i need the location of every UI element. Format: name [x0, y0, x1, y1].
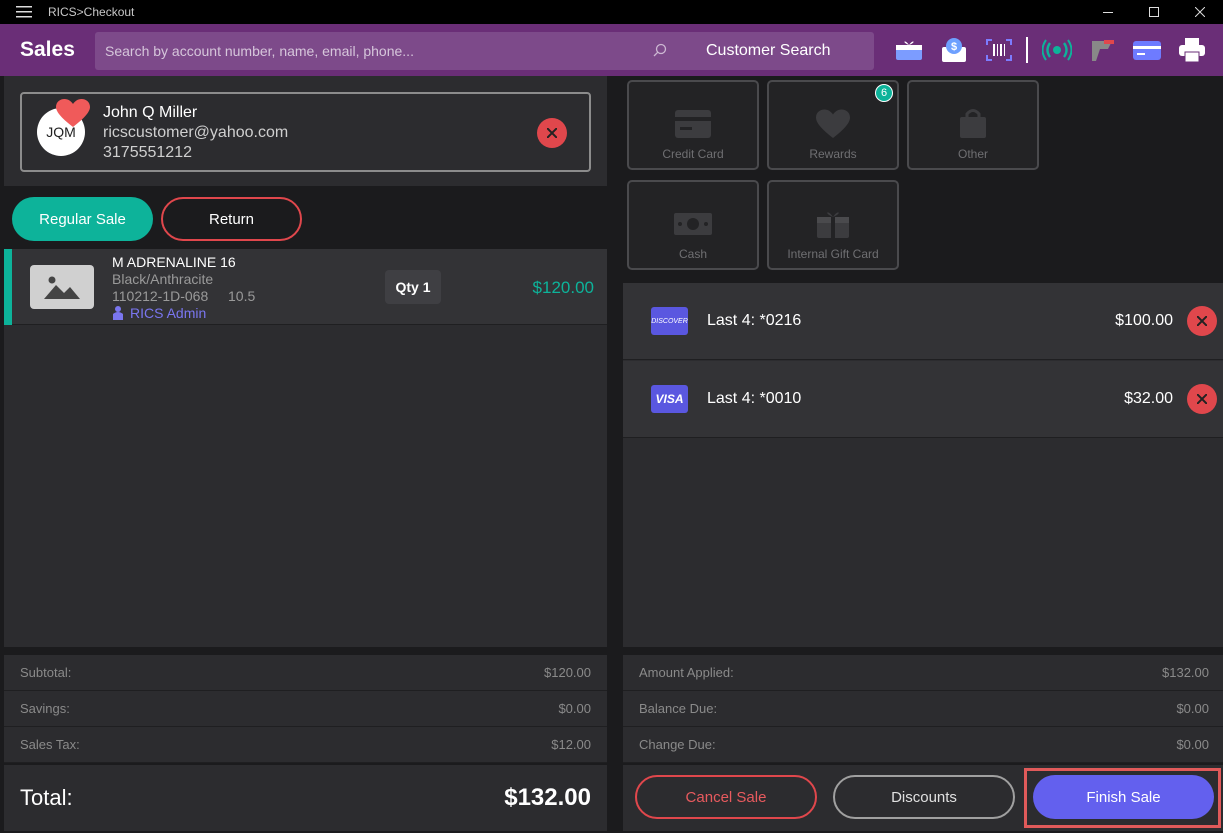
cancel-sale-button[interactable]: Cancel Sale — [635, 775, 817, 819]
payment-row[interactable]: VISA Last 4: *0010 $32.00 — [623, 361, 1223, 438]
total-value: $132.00 — [504, 784, 591, 811]
quantity-button[interactable]: Qty 1 — [385, 270, 441, 304]
tender-label: Internal Gift Card — [787, 247, 879, 261]
tender-credit-card[interactable]: Credit Card — [627, 80, 759, 170]
tender-label: Other — [957, 147, 988, 161]
toolbar-icons: $ — [893, 36, 1221, 64]
search-icon[interactable] — [652, 43, 668, 64]
title-bar: RICS>Checkout — [0, 0, 1223, 24]
close-icon — [547, 128, 557, 138]
balance-due-value: $0.00 — [1176, 701, 1209, 716]
total-label: Total: — [20, 785, 73, 810]
heart-icon — [816, 109, 850, 138]
credit-card-icon — [675, 110, 711, 138]
savings-row: Savings: $0.00 — [4, 691, 607, 727]
regular-sale-button[interactable]: Regular Sale — [12, 197, 153, 241]
hamburger-menu-icon[interactable] — [0, 6, 48, 18]
sales-tax-row: Sales Tax: $12.00 — [4, 727, 607, 763]
payment-summary: Amount Applied: $132.00 Balance Due: $0.00… — [623, 655, 1223, 763]
cart-items-list: M ADRENALINE 16 Black/Anthracite 110212-… — [4, 249, 607, 647]
tender-label: Cash — [678, 247, 707, 261]
item-size: 10.5 — [228, 288, 256, 304]
payment-row[interactable]: DISCOVER Last 4: *0216 $100.00 — [623, 283, 1223, 360]
highlight-outline — [1024, 768, 1221, 828]
page-title: Sales — [20, 38, 75, 61]
payment-last4: Last 4: *0216 — [707, 312, 802, 329]
item-sku: 110212-1D-068 — [112, 288, 209, 304]
payment-last4: Last 4: *0010 — [707, 390, 802, 407]
tender-rewards[interactable]: 6 Rewards — [767, 80, 899, 170]
sale-totals: Subtotal: $120.00 Savings: $0.00 Sales Tax… — [4, 655, 607, 763]
tender-other[interactable]: Other — [907, 80, 1039, 170]
customer-panel: JQM John Q Miller ricscustomer@yahoo.com… — [4, 76, 607, 186]
salesperson-name: RICS Admin — [130, 305, 207, 321]
image-placeholder-icon — [30, 265, 94, 309]
selected-indicator — [4, 249, 12, 325]
customer-card[interactable]: JQM John Q Miller ricscustomer@yahoo.com… — [20, 92, 591, 172]
balance-due-row: Balance Due: $0.00 — [623, 691, 1223, 727]
customer-search-button[interactable]: Customer Search — [706, 42, 831, 60]
savings-label: Savings: — [20, 701, 70, 716]
discounts-button[interactable]: Discounts — [833, 775, 1015, 819]
printer-icon[interactable] — [1176, 36, 1208, 64]
subtotal-row: Subtotal: $120.00 — [4, 655, 607, 691]
card-reader-icon[interactable] — [1086, 36, 1118, 64]
shopping-bag-icon — [960, 109, 986, 138]
item-price: $120.00 — [532, 278, 594, 297]
rewards-count-badge: 6 — [875, 84, 893, 102]
cash-icon — [674, 213, 712, 235]
close-icon — [1197, 394, 1207, 404]
payment-amount: $100.00 — [1115, 312, 1173, 329]
tender-label: Rewards — [809, 147, 857, 161]
amount-applied-row: Amount Applied: $132.00 — [623, 655, 1223, 691]
list-item[interactable]: M ADRENALINE 16 Black/Anthracite 110212-… — [4, 249, 607, 325]
balance-due-label: Balance Due: — [639, 701, 718, 716]
barcode-scan-icon[interactable] — [983, 36, 1015, 64]
broadcast-icon[interactable] — [1041, 36, 1073, 64]
subtotal-value: $120.00 — [544, 665, 591, 680]
item-color: Black/Anthracite — [112, 271, 214, 287]
window-title: RICS>Checkout — [48, 5, 135, 19]
maximize-icon[interactable] — [1131, 0, 1177, 24]
return-button[interactable]: Return — [161, 197, 302, 241]
tender-internal-gift-card[interactable]: Internal Gift Card — [767, 180, 899, 270]
remove-payment-button[interactable] — [1187, 306, 1217, 336]
subtotal-label: Subtotal: — [20, 665, 72, 680]
remove-payment-button[interactable] — [1187, 384, 1217, 414]
svg-text:$: $ — [951, 41, 957, 53]
credit-card-icon[interactable] — [1131, 36, 1163, 64]
payment-amount: $32.00 — [1124, 390, 1173, 407]
remove-customer-button[interactable] — [537, 118, 567, 148]
amount-applied-label: Amount Applied: — [639, 665, 734, 680]
customer-name: John Q Miller — [103, 104, 198, 121]
minimize-icon[interactable] — [1085, 0, 1131, 24]
change-due-label: Change Due: — [639, 737, 716, 752]
close-icon — [1197, 316, 1207, 326]
cash-envelope-icon[interactable]: $ — [938, 36, 970, 64]
visa-card-icon: VISA — [651, 385, 688, 413]
gift-card-icon[interactable] — [893, 36, 925, 64]
customer-phone: 3175551212 — [103, 144, 192, 161]
close-window-icon[interactable] — [1177, 0, 1223, 24]
amount-applied-value: $132.00 — [1162, 665, 1209, 680]
sales-tax-value: $12.00 — [551, 737, 591, 752]
applied-payments-list: DISCOVER Last 4: *0216 $100.00 VISA Last… — [623, 283, 1223, 647]
heart-icon — [56, 99, 90, 134]
gift-icon — [817, 212, 849, 238]
item-name: M ADRENALINE 16 — [112, 254, 236, 270]
customer-search-box: Customer Search — [95, 32, 874, 70]
person-icon — [113, 306, 123, 320]
search-input[interactable] — [105, 43, 635, 59]
item-salesperson: RICS Admin — [112, 305, 206, 321]
change-due-value: $0.00 — [1176, 737, 1209, 752]
total-bar: Total: $132.00 — [4, 765, 607, 831]
sales-tax-label: Sales Tax: — [20, 737, 80, 752]
change-due-row: Change Due: $0.00 — [623, 727, 1223, 763]
tender-cash[interactable]: Cash — [627, 180, 759, 270]
tender-label: Credit Card — [662, 147, 724, 161]
savings-value: $0.00 — [558, 701, 591, 716]
toolbar-divider — [1026, 37, 1028, 63]
customer-email: ricscustomer@yahoo.com — [103, 124, 289, 141]
discover-card-icon: DISCOVER — [651, 307, 688, 335]
